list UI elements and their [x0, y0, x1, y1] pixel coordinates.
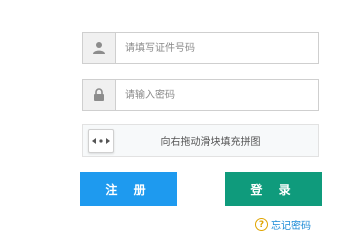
id-number-input[interactable]	[116, 33, 318, 63]
login-button[interactable]: 登 录	[225, 172, 322, 206]
register-button[interactable]: 注 册	[80, 172, 177, 206]
slider-handle[interactable]	[88, 129, 114, 153]
forgot-password-link[interactable]: ? 忘记密码	[255, 217, 311, 232]
password-input[interactable]	[116, 80, 318, 110]
user-icon	[83, 33, 116, 63]
forgot-password-label[interactable]: 忘记密码	[271, 217, 311, 232]
id-number-field[interactable]	[82, 32, 319, 64]
slider-captcha: 向右拖动滑块填充拼图	[82, 124, 319, 157]
lock-icon	[83, 80, 116, 110]
slider-arrows-icon	[92, 138, 110, 144]
password-field[interactable]	[82, 79, 319, 111]
help-icon: ?	[255, 218, 268, 231]
slider-captcha-text: 向右拖动滑块填充拼图	[160, 137, 261, 148]
